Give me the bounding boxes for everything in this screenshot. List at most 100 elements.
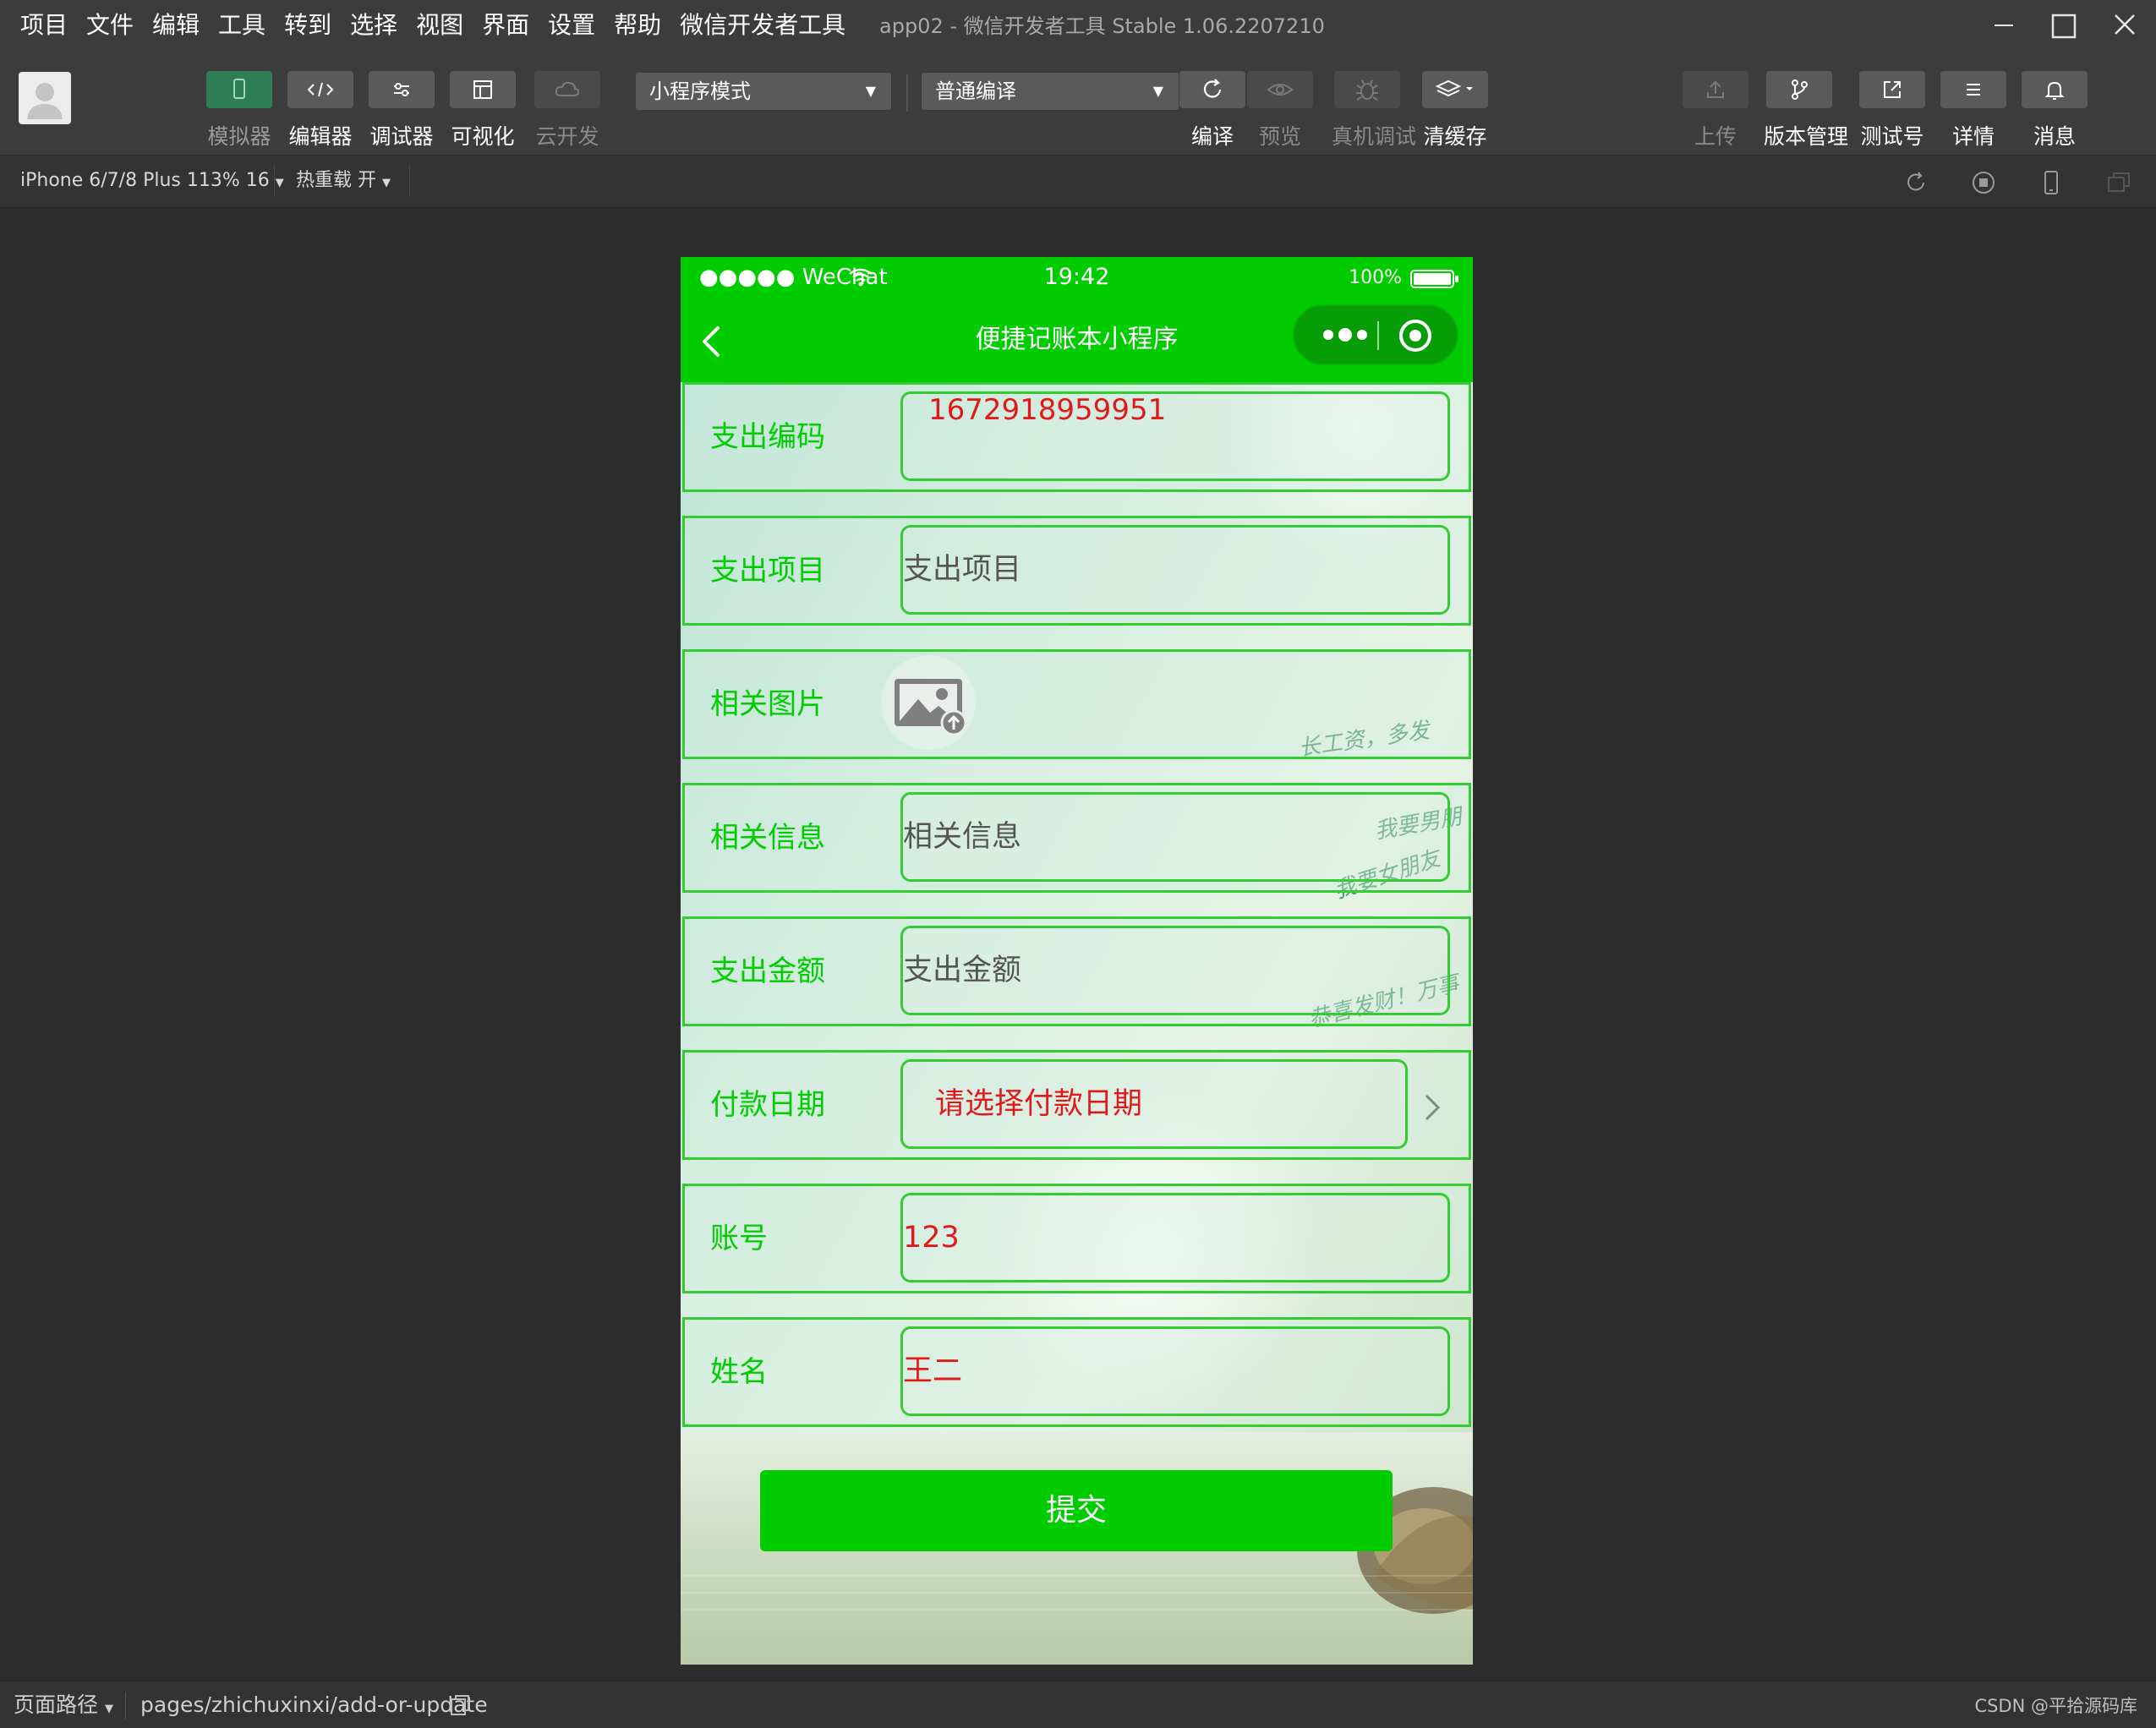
- expense-amount-placeholder: 支出金额: [903, 954, 1022, 987]
- copy-icon[interactable]: [448, 1692, 472, 1718]
- name-value: 王二: [903, 1354, 963, 1388]
- minimize-button[interactable]: [1976, 5, 2032, 46]
- menu-interface[interactable]: 界面: [482, 10, 529, 41]
- page-path-value: pages/zhichuxinxi/add-or-update: [140, 1692, 488, 1717]
- upload-button[interactable]: 上传: [1680, 71, 1751, 150]
- bell-icon: [2044, 81, 2065, 100]
- compile-select[interactable]: 普通编译 ▼: [922, 73, 1179, 110]
- preview-button[interactable]: 预览: [1245, 71, 1316, 150]
- caret-down-icon: ▼: [275, 177, 284, 189]
- version-control-button[interactable]: 版本管理: [1764, 71, 1849, 150]
- device-frame-button[interactable]: [2036, 167, 2066, 198]
- details-button[interactable]: 详情: [1938, 71, 2009, 150]
- menu-select[interactable]: 选择: [350, 10, 397, 41]
- simulator-button[interactable]: 模拟器: [204, 71, 275, 150]
- hot-reload-toggle[interactable]: 热重载 开 ▼: [296, 167, 391, 197]
- mode-select-value: 小程序模式: [649, 79, 751, 103]
- account-input[interactable]: 123: [900, 1193, 1450, 1282]
- account-value: 123: [903, 1221, 960, 1255]
- name-input[interactable]: 王二: [900, 1326, 1450, 1416]
- menu-project[interactable]: 项目: [20, 10, 68, 41]
- expense-item-placeholder: 支出项目: [903, 553, 1022, 587]
- capsule-menu: [1293, 304, 1458, 365]
- editor-label: 编辑器: [288, 124, 353, 149]
- close-button[interactable]: [2097, 5, 2153, 46]
- toolbar-divider: [906, 74, 908, 112]
- payment-date-value: 请选择付款日期: [935, 1087, 1143, 1121]
- page-path-toggle[interactable]: 页面路径 ▼: [14, 1690, 113, 1725]
- form-row-expense-code: 支出编码 1672918959951: [682, 382, 1471, 492]
- device-select[interactable]: iPhone 6/7/8 Plus 113% 16 ▼: [20, 167, 284, 197]
- menu-help[interactable]: 帮助: [614, 10, 661, 41]
- menu-tools[interactable]: 工具: [218, 10, 265, 41]
- image-upload-icon: [895, 679, 967, 736]
- upload-label: 上传: [1694, 124, 1737, 149]
- menu-edit[interactable]: 编辑: [152, 10, 200, 41]
- record-button[interactable]: [1968, 167, 1999, 198]
- branch-icon: [1792, 79, 1808, 100]
- visual-button[interactable]: 可视化: [447, 71, 518, 150]
- remote-debug-button[interactable]: 真机调试: [1332, 71, 1416, 150]
- related-info-placeholder: 相关信息: [903, 820, 1022, 854]
- form-row-related-image: 相关图片: [682, 649, 1471, 759]
- caret-down-icon: ▼: [104, 1703, 113, 1715]
- menu-goto[interactable]: 转到: [284, 10, 331, 41]
- watermark: CSDN @平拾源码库: [1974, 1696, 2137, 1716]
- editor-button[interactable]: 编辑器: [285, 71, 356, 150]
- mobile-icon: [2044, 171, 2058, 194]
- caret-down-icon: ▼: [1152, 83, 1163, 99]
- form-row-name: 姓名 王二: [682, 1317, 1471, 1427]
- expense-amount-input[interactable]: 支出金额: [900, 926, 1450, 1015]
- name-label: 姓名: [710, 1355, 768, 1389]
- code-icon: [307, 82, 334, 97]
- rotate-button[interactable]: [1901, 167, 1931, 198]
- avatar[interactable]: [19, 72, 71, 124]
- expense-code-field[interactable]: 1672918959951: [900, 391, 1450, 481]
- battery-label: 100%: [1349, 267, 1402, 288]
- test-account-button[interactable]: 测试号: [1857, 71, 1928, 150]
- maximize-button[interactable]: [2035, 5, 2091, 46]
- visual-label: 可视化: [451, 124, 515, 149]
- more-dots-icon[interactable]: [1311, 314, 1379, 355]
- phone-nav-bar: 便捷记账本小程序: [681, 298, 1473, 382]
- mode-select[interactable]: 小程序模式 ▼: [636, 73, 891, 110]
- chevron-right-icon[interactable]: [1422, 1091, 1442, 1124]
- expense-code-value: 1672918959951: [928, 393, 1167, 427]
- device-bar: iPhone 6/7/8 Plus 113% 16 ▼ 热重载 开 ▼: [0, 156, 2156, 208]
- sliders-icon: [394, 83, 409, 96]
- menu-settings[interactable]: 设置: [548, 10, 595, 41]
- messages-button[interactable]: 消息: [2019, 71, 2090, 150]
- minimize-icon: [1995, 25, 2013, 26]
- payment-date-picker[interactable]: 请选择付款日期: [900, 1059, 1408, 1149]
- expense-item-input[interactable]: 支出项目: [900, 525, 1450, 615]
- refresh-icon: [1203, 79, 1222, 98]
- submit-button[interactable]: 提交: [760, 1470, 1393, 1551]
- image-upload-button[interactable]: [881, 655, 976, 750]
- related-info-input[interactable]: 相关信息: [900, 792, 1450, 882]
- menu-view[interactable]: 视图: [416, 10, 463, 41]
- divider: [409, 166, 410, 196]
- expense-item-label: 支出项目: [710, 554, 825, 588]
- cloud-dev-button[interactable]: 云开发: [532, 71, 603, 150]
- divider: [274, 166, 275, 196]
- menu-wechat-devtools[interactable]: 微信开发者工具: [680, 10, 845, 41]
- form-row-payment-date: 付款日期 请选择付款日期: [682, 1050, 1471, 1160]
- external-link-icon: [1884, 81, 1901, 98]
- rotate-icon: [1907, 172, 1924, 191]
- device-select-value: iPhone 6/7/8 Plus 113% 16: [20, 170, 270, 191]
- detach-button[interactable]: [2104, 167, 2134, 198]
- form-row-expense-item: 支出项目 支出项目: [682, 516, 1471, 626]
- payment-date-label: 付款日期: [710, 1088, 825, 1122]
- debugger-label: 调试器: [369, 124, 434, 149]
- menu-file[interactable]: 文件: [86, 10, 134, 41]
- close-miniprogram-icon[interactable]: [1394, 314, 1436, 357]
- debugger-button[interactable]: 调试器: [366, 71, 437, 150]
- maximize-icon: [2051, 14, 2077, 39]
- compile-select-value: 普通编译: [935, 79, 1016, 103]
- caret-down-icon: ▼: [382, 177, 391, 189]
- compile-button[interactable]: 编译: [1177, 71, 1248, 150]
- details-label: 详情: [1951, 124, 1995, 149]
- form-row-account: 账号 123: [682, 1184, 1471, 1293]
- clear-cache-button[interactable]: 清缓存: [1420, 71, 1491, 150]
- version-control-label: 版本管理: [1764, 124, 1849, 149]
